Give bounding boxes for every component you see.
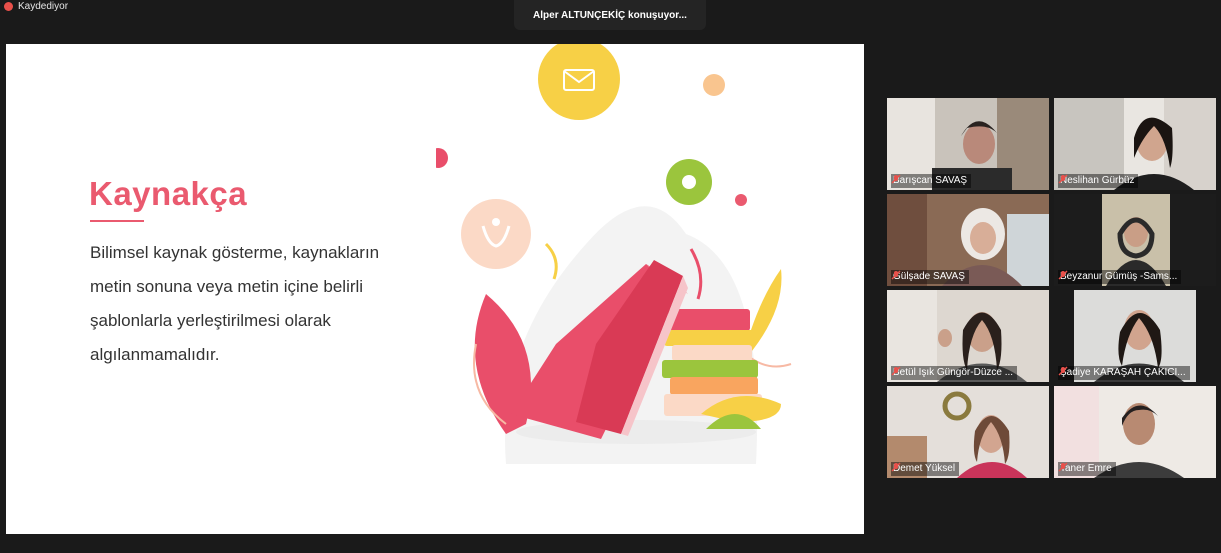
participant-tile[interactable]: Şadiye KARAŞAH ÇAKICI... xyxy=(1054,290,1216,382)
muted-mic-icon xyxy=(1058,366,1068,376)
meeting-window: Kaydediyor Alper ALTUNÇEKİÇ konuşuyor...… xyxy=(0,0,1221,553)
recording-indicator[interactable]: Kaydediyor xyxy=(4,0,68,12)
participant-name: Gülşade SAVAŞ xyxy=(893,271,965,282)
slide-body-line: metin sonuna veya metin içine belirli xyxy=(90,277,364,296)
participant-name-label: Demet Yüksel xyxy=(891,462,960,476)
participant-tile[interactable]: Gülşade SAVAŞ xyxy=(887,194,1049,286)
participant-name: Neslihan Gürbüz xyxy=(1060,175,1135,186)
participant-name: Barışcan SAVAŞ xyxy=(893,175,968,186)
participant-tile[interactable]: Neslihan Gürbüz xyxy=(1054,98,1216,190)
participant-name: Demet Yüksel xyxy=(893,463,956,474)
participant-name: Betül Işık Güngör-Düzce ... xyxy=(893,367,1014,378)
participant-name-label: Beyzanur Gümüş -Sams... xyxy=(1058,270,1182,284)
participant-name-label: Gülşade SAVAŞ xyxy=(891,270,969,284)
muted-mic-icon xyxy=(891,462,901,472)
muted-mic-icon xyxy=(891,366,901,376)
muted-mic-icon xyxy=(1058,462,1068,472)
participant-name-label: Betül Işık Güngör-Düzce ... xyxy=(891,366,1018,380)
participant-tile[interactable]: Demet Yüksel xyxy=(887,386,1049,478)
muted-mic-icon xyxy=(891,174,901,184)
books-illustration xyxy=(436,44,792,464)
muted-mic-icon xyxy=(891,270,901,280)
title-underline xyxy=(90,220,144,222)
participant-tile[interactable]: Beyzanur Gümüş -Sams... xyxy=(1054,194,1216,286)
participant-name-label: Barışcan SAVAŞ xyxy=(891,174,972,188)
participant-name-label: Neslihan Gürbüz xyxy=(1058,174,1139,188)
shared-screen: Kaynakça Bilimsel kaynak gösterme, kayna… xyxy=(6,44,864,534)
muted-mic-icon xyxy=(1058,174,1068,184)
participant-tile[interactable]: Barışcan SAVAŞ xyxy=(887,98,1049,190)
record-icon xyxy=(4,1,13,11)
participant-name-label: Taner Emre xyxy=(1058,462,1116,476)
participant-name: Beyzanur Gümüş -Sams... xyxy=(1060,271,1178,282)
slide-body: Bilimsel kaynak gösterme, kaynakların me… xyxy=(90,236,430,372)
slide-body-line: Bilimsel kaynak gösterme, kaynakların xyxy=(90,243,380,262)
recording-label: Kaydediyor xyxy=(18,0,69,12)
participant-tile[interactable]: Taner Emre xyxy=(1054,386,1216,478)
muted-mic-icon xyxy=(1058,270,1068,280)
slide-body-line: algılanmamalıdır. xyxy=(90,345,220,364)
participant-name: Şadiye KARAŞAH ÇAKICI... xyxy=(1060,367,1186,378)
slide-body-line: şablonlarla yerleştirilmesi olarak xyxy=(90,311,331,330)
participant-tile[interactable]: Betül Işık Güngör-Düzce ... xyxy=(887,290,1049,382)
participant-name-label: Şadiye KARAŞAH ÇAKICI... xyxy=(1058,366,1190,380)
slide-title: Kaynakça xyxy=(89,175,248,212)
active-speaker-banner: Alper ALTUNÇEKİÇ konuşuyor... xyxy=(514,0,706,30)
